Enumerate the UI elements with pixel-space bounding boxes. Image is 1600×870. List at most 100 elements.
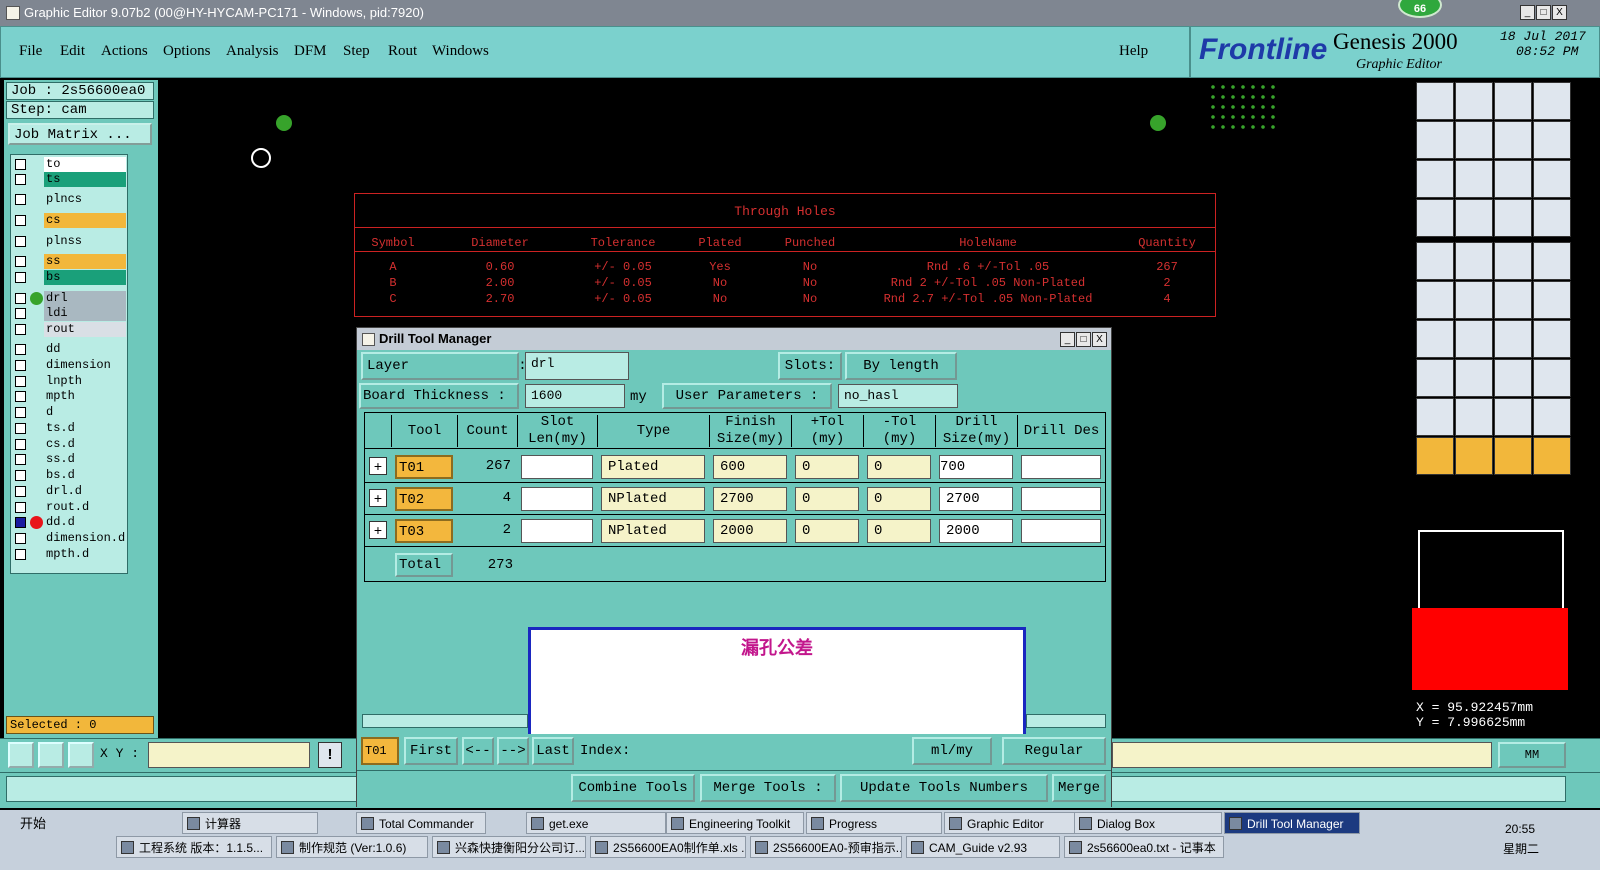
tool-tool-cell[interactable]: T03 bbox=[395, 519, 453, 543]
rotate-icon[interactable] bbox=[1494, 320, 1532, 358]
layer-checkbox[interactable] bbox=[15, 376, 26, 387]
tool-type-cell[interactable]: NPlated bbox=[601, 487, 705, 511]
layer-checkbox[interactable] bbox=[15, 324, 26, 335]
taskbar-item[interactable]: Graphic Editor 9.07b... bbox=[944, 812, 1076, 853]
tool-slot-cell[interactable] bbox=[521, 519, 593, 543]
layer-item-plncs[interactable]: plncs bbox=[11, 192, 129, 207]
expand-icon[interactable]: + bbox=[369, 489, 387, 507]
layer-checkbox[interactable] bbox=[15, 194, 26, 205]
menu-help[interactable]: Help bbox=[1119, 43, 1148, 60]
filter-icon[interactable] bbox=[1416, 199, 1454, 237]
layer-item-to[interactable]: to bbox=[11, 157, 129, 172]
user-parameters-field[interactable]: no_hasl bbox=[838, 384, 958, 408]
letter-a-icon[interactable] bbox=[1494, 398, 1532, 436]
pad-icon[interactable] bbox=[1416, 242, 1454, 280]
taskbar-item[interactable]: Engineering Toolkit 9.... bbox=[666, 812, 804, 853]
layer-list[interactable]: to ts plncs cs plnss ss bs drl ldi rout dd dimensio… bbox=[10, 154, 128, 574]
cursor2-icon[interactable] bbox=[1455, 437, 1493, 475]
layer-item-mpth[interactable]: mpth bbox=[11, 389, 129, 404]
expand-icon[interactable]: + bbox=[369, 521, 387, 539]
layer-checkbox[interactable] bbox=[15, 517, 26, 528]
taskbar-item[interactable]: 2s56600ea0.txt - 记事本 bbox=[1064, 836, 1224, 858]
close-button[interactable]: X bbox=[1552, 5, 1567, 20]
merge-button[interactable]: Merge bbox=[1052, 774, 1106, 802]
layer-item-d[interactable]: d bbox=[11, 405, 129, 420]
horizontal-scrollbar[interactable] bbox=[362, 714, 528, 728]
taskbar-item[interactable]: 制作规范 (Ver:1.0.6) bbox=[276, 836, 428, 858]
taskbar-item[interactable]: Dialog Box bbox=[1074, 812, 1222, 834]
layer-item-bs[interactable]: bs bbox=[11, 270, 129, 285]
minimize-button[interactable]: _ bbox=[1520, 5, 1535, 20]
horizontal-scrollbar[interactable] bbox=[1026, 714, 1106, 728]
slots-select[interactable]: By length bbox=[845, 352, 957, 380]
grid-icon[interactable] bbox=[68, 742, 94, 768]
layer-item-mpth-d[interactable]: mpth.d bbox=[11, 547, 129, 562]
layer-item-cs[interactable]: cs bbox=[11, 213, 129, 228]
layer-checkbox[interactable] bbox=[15, 439, 26, 450]
pan-icon[interactable] bbox=[1455, 160, 1493, 198]
menu-file[interactable]: File bbox=[19, 43, 42, 60]
stretch-icon[interactable] bbox=[1533, 121, 1571, 159]
arrow-out-icon[interactable] bbox=[1494, 281, 1532, 319]
layer-checkbox[interactable] bbox=[15, 360, 26, 371]
layer-checkbox[interactable] bbox=[15, 159, 26, 170]
measure-icon[interactable] bbox=[38, 742, 64, 768]
taskbar-item[interactable]: Progress bbox=[806, 812, 942, 834]
undo-icon[interactable] bbox=[1416, 121, 1454, 159]
tool-mtol-cell[interactable]: 0 bbox=[867, 487, 931, 511]
layer-item-rout-d[interactable]: rout.d bbox=[11, 500, 129, 515]
layer-checkbox[interactable] bbox=[15, 174, 26, 185]
shape-icon[interactable] bbox=[1455, 242, 1493, 280]
layer-item-drl-d[interactable]: drl.d bbox=[11, 484, 129, 499]
layer-item-dd[interactable]: dd bbox=[11, 342, 129, 357]
layer-checkbox[interactable] bbox=[15, 470, 26, 481]
units-select[interactable]: MM bbox=[1498, 742, 1566, 768]
tool-finish-cell[interactable]: 2700 bbox=[713, 487, 787, 511]
cursor4-icon[interactable] bbox=[1533, 437, 1571, 475]
layer-checkbox[interactable] bbox=[15, 486, 26, 497]
tool-des-cell[interactable] bbox=[1021, 519, 1101, 543]
arrow-icon[interactable] bbox=[1533, 281, 1571, 319]
menu-windows[interactable]: Windows bbox=[432, 43, 489, 60]
layer-item-ss[interactable]: ss bbox=[11, 254, 129, 269]
tool-type-cell[interactable]: NPlated bbox=[601, 519, 705, 543]
tool-slot-cell[interactable] bbox=[521, 455, 593, 479]
tool-tool-cell[interactable]: T01 bbox=[395, 455, 453, 479]
flip-icon[interactable] bbox=[1533, 320, 1571, 358]
user-parameters-button[interactable]: User Parameters : bbox=[662, 383, 832, 409]
tool-ptol-cell[interactable]: 0 bbox=[795, 519, 859, 543]
copy-icon[interactable] bbox=[1494, 121, 1532, 159]
update-tools-numbers-select[interactable]: Update Tools Numbers bbox=[840, 774, 1048, 802]
dialog-maximize-button[interactable]: □ bbox=[1076, 332, 1091, 347]
zoom-fit-icon[interactable] bbox=[8, 742, 34, 768]
overview-window[interactable] bbox=[1418, 530, 1564, 620]
tool-des-cell[interactable] bbox=[1021, 455, 1101, 479]
layer-checkbox[interactable] bbox=[15, 423, 26, 434]
taskbar-item[interactable]: Total Commander 7.... bbox=[356, 812, 486, 853]
maximize-button[interactable]: □ bbox=[1536, 5, 1551, 20]
taskbar-item[interactable]: get.exe bbox=[526, 812, 666, 834]
window-icon[interactable] bbox=[1533, 82, 1571, 120]
prev-button[interactable]: <-- bbox=[462, 737, 494, 765]
redo-icon[interactable] bbox=[1455, 121, 1493, 159]
window-title-bar[interactable]: Graphic Editor 9.07b2 (00@HY-HYCAM-PC171… bbox=[0, 0, 1600, 26]
menu-analysis[interactable]: Analysis bbox=[226, 43, 279, 60]
dash-icon[interactable] bbox=[1455, 359, 1493, 397]
triangle2-icon[interactable] bbox=[1455, 398, 1493, 436]
connect-icon[interactable] bbox=[1494, 199, 1532, 237]
route-icon[interactable] bbox=[1533, 199, 1571, 237]
taskbar-item[interactable]: 2S56600EA0-预审指示.... bbox=[750, 836, 902, 858]
menu-edit[interactable]: Edit bbox=[60, 43, 85, 60]
layer-checkbox[interactable] bbox=[15, 272, 26, 283]
xy-input[interactable] bbox=[148, 742, 310, 768]
combine-tools-button[interactable]: Combine Tools bbox=[571, 774, 695, 802]
taskbar-item[interactable]: 计算器 bbox=[182, 812, 318, 834]
zoom-icon[interactable] bbox=[1416, 160, 1454, 198]
menu-actions[interactable]: Actions bbox=[101, 43, 148, 60]
layer-field[interactable]: drl bbox=[525, 352, 629, 380]
layer-item-bs-d[interactable]: bs.d bbox=[11, 468, 129, 483]
line-icon[interactable] bbox=[1494, 242, 1532, 280]
tool-drill-cell[interactable]: 700 bbox=[939, 455, 1013, 479]
layer-checkbox[interactable] bbox=[15, 293, 26, 304]
dot-icon[interactable] bbox=[1533, 242, 1571, 280]
